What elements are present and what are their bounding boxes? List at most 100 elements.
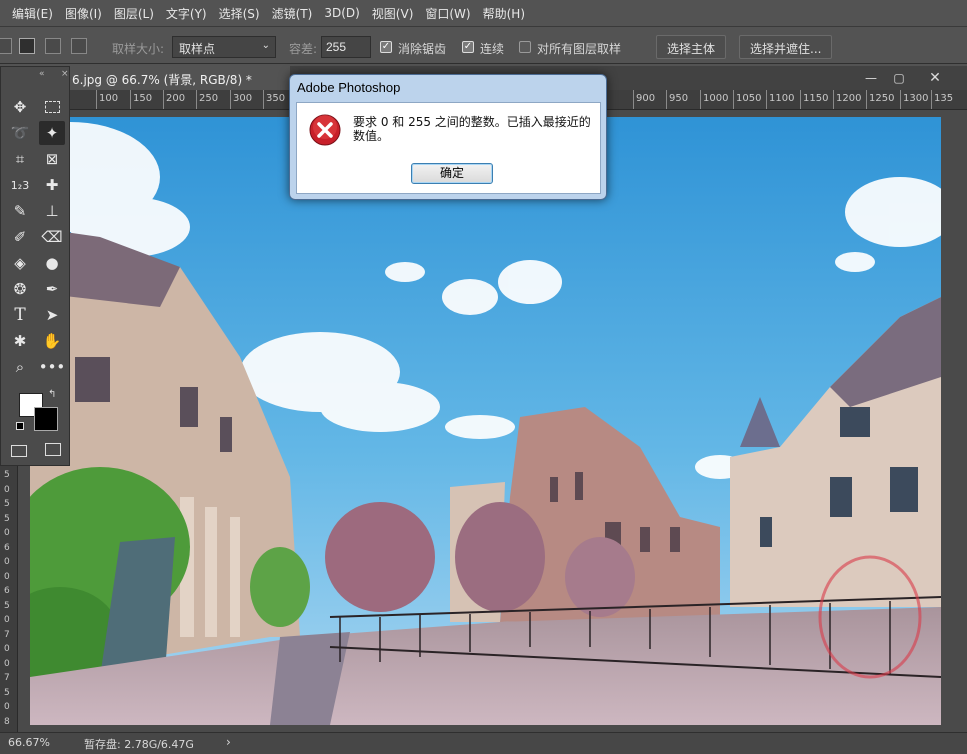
ruler-tick-label: 1100 [769,93,795,104]
eraser-icon[interactable]: ⌫ [39,225,65,249]
more-icon[interactable]: ••• [39,355,66,379]
ruler-tick-label: 0 [4,571,10,582]
ruler-tick-label: 1200 [836,93,862,104]
new-selection-button[interactable] [0,38,12,54]
quick-mask-icon[interactable] [11,445,27,457]
antialias-checkbox[interactable]: ✓ [380,41,392,53]
dialog-title: Adobe Photoshop [297,80,401,95]
restore-icon[interactable]: ▢ [890,69,908,87]
magic-wand-icon[interactable]: ✦ [39,121,65,145]
scratch-disk-info: 暂存盘: 2.78G/6.47G [84,738,194,751]
type-icon[interactable]: T [7,303,33,327]
ruler-tick-label: 5 [4,513,10,524]
document-tab[interactable]: 6.jpg @ 66.7% (背景, RGB/8) * [70,66,290,90]
intersect-selection-button[interactable] [71,38,87,54]
minimize-icon[interactable]: — [862,69,880,87]
antialias-label: 消除锯齿 [398,42,447,56]
move-icon[interactable]: ✥ [7,95,33,119]
ruler-tick-label: 250 [199,93,219,104]
ok-button[interactable]: 确定 [411,163,493,184]
menu-item[interactable]: 窗口(W) [425,5,470,22]
ruler-tick-label: 5 [4,470,10,480]
ruler-tick-label: 5 [4,687,10,698]
menu-item[interactable]: 视图(V) [372,5,414,22]
ruler-tick-label: 6 [4,586,10,596]
clone-stamp-icon[interactable]: ⊥ [39,199,65,223]
ruler-tick-mark [931,90,932,109]
ruler-tick-label: 300 [233,93,253,104]
contiguous-checkbox[interactable]: ✓ [462,41,474,53]
ruler-tick-mark [130,90,131,109]
screen-mode-icon[interactable] [45,443,61,456]
pen-icon[interactable]: ✒ [39,277,65,301]
status-bar: 66.67% 暂存盘: 2.78G/6.47G › [0,732,967,754]
collapse-panel-icon[interactable]: « [39,69,45,79]
menu-item[interactable]: 图像(I) [65,5,102,22]
canvas-area[interactable] [18,110,967,732]
ruler-tick-label: 5 [4,499,10,509]
swap-colors-icon[interactable]: ↰ [48,389,56,400]
paint-bucket-icon[interactable]: ◈ [7,251,33,275]
all-layers-checkbox[interactable] [519,41,531,53]
sample-size-value: 取样点 [179,42,216,56]
sample-size-select[interactable]: 取样点 ⌄ [172,36,276,58]
frame-icon[interactable]: ⊠ [39,147,65,171]
ruler-tick-mark [163,90,164,109]
crop-icon[interactable]: ⌗ [7,147,33,171]
photo-canvas[interactable] [30,117,941,725]
ruler-tick-mark [263,90,264,109]
ruler-tick-label: 950 [669,93,689,104]
menu-item[interactable]: 编辑(E) [12,5,53,22]
ruler-tick-mark [196,90,197,109]
close-icon[interactable]: ✕ [926,69,944,87]
background-color-swatch[interactable] [34,407,58,431]
menu-item[interactable]: 图层(L) [114,5,154,22]
ruler-tick-label: 1000 [703,93,729,104]
zoom-level[interactable]: 66.67% [8,736,50,749]
marquee-icon[interactable] [39,95,65,119]
menu-item[interactable]: 帮助(H) [483,5,525,22]
ruler-tick-label: 0 [4,702,10,712]
menu-bar: 编辑(E) 图像(I) 图层(L) 文字(Y) 选择(S) 滤镜(T) 3D(D) 视图(V)… [0,0,967,26]
ruler-tick-label: 350 [266,93,286,104]
eyedropper-icon[interactable]: 1₂3 [7,173,33,197]
blur-icon[interactable]: ● [39,251,65,275]
zoom-icon[interactable]: ⌕ [7,355,33,379]
dodge-icon[interactable]: ❂ [7,277,33,301]
path-select-icon[interactable]: ➤ [39,303,65,327]
dialog-body: 要求 0 和 255 之间的整数。已插入最接近的数值。 确定 [296,102,601,194]
menu-item[interactable]: 文字(Y) [166,5,207,22]
close-panel-icon[interactable]: × [61,69,69,79]
ruler-tick-label: 0 [4,658,10,669]
menu-item[interactable]: 滤镜(T) [272,5,313,22]
options-bar: 取样大小: 取样点 ⌄ 容差: ✓ 消除锯齿 ✓ 连续 对所有图层取样 选择主体… [0,26,967,64]
ruler-tick-label: 100 [99,93,119,104]
ruler-tick-label: 5 [4,600,10,611]
healing-brush-icon[interactable]: ✚ [39,173,65,197]
ruler-tick-mark [800,90,801,109]
ruler-tick-label: 0 [4,528,10,538]
brush-icon[interactable]: ✎ [7,199,33,223]
ruler-tick-label: 1300 [903,93,929,104]
tolerance-input[interactable] [321,36,371,58]
ruler-tick-label: 1050 [736,93,762,104]
vertical-ruler: 5 0 5 5 0 6 0 0 6 5 0 7 0 0 7 5 0 8 [0,466,18,732]
ruler-tick-label: 900 [636,93,656,104]
select-and-mask-button[interactable]: 选择并遮住... [739,35,833,59]
select-subject-button[interactable]: 选择主体 [656,35,727,59]
ruler-tick-label: 7 [4,629,10,640]
shape-icon[interactable]: ✱ [7,329,33,353]
menu-item[interactable]: 选择(S) [219,5,260,22]
history-brush-icon[interactable]: ✐ [7,225,33,249]
subtract-selection-button[interactable] [45,38,61,54]
add-to-selection-button[interactable] [19,38,35,54]
street-scene-image [30,117,941,725]
tolerance-label: 容差: [289,42,318,56]
hand-icon[interactable]: ✋ [39,329,65,353]
status-menu-arrow-icon[interactable]: › [226,735,231,749]
ruler-tick-mark [633,90,634,109]
lasso-icon[interactable]: ➰ [7,121,33,145]
default-colors-icon[interactable] [16,422,24,430]
error-dialog: Adobe Photoshop 要求 0 和 255 之间的整数。已插入最接近的… [289,74,607,200]
menu-item[interactable]: 3D(D) [324,6,359,20]
